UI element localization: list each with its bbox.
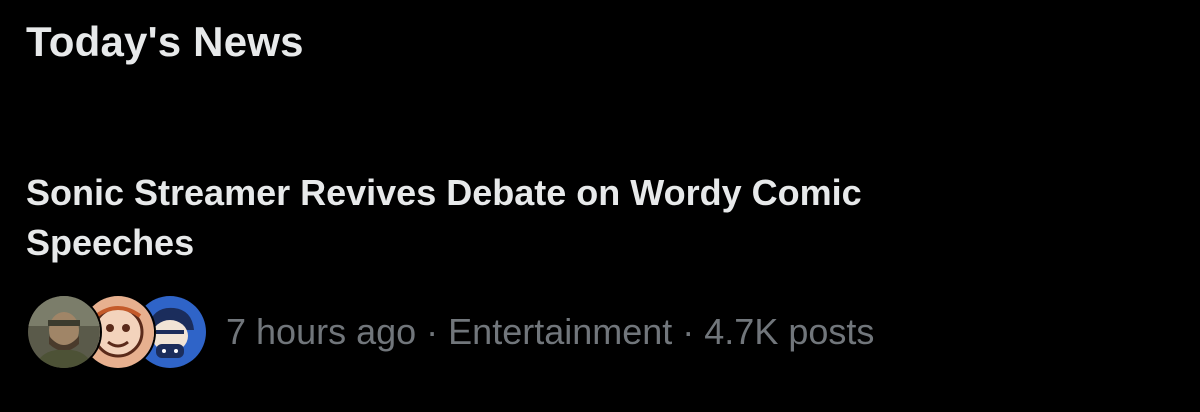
story-meta-row: 7 hours ago · Entertainment · 4.7K posts	[26, 294, 874, 370]
soldier-portrait-avatar	[26, 294, 102, 370]
separator-dot: ·	[426, 311, 439, 352]
news-story-card[interactable]: Sonic Streamer Revives Debate on Wordy C…	[26, 168, 1176, 378]
avatar-stack	[26, 294, 208, 370]
post-count: 4.7K posts	[704, 311, 875, 352]
story-meta-text: 7 hours ago · Entertainment · 4.7K posts	[226, 311, 874, 353]
section-title: Today's News	[26, 18, 304, 65]
time-ago: 7 hours ago	[226, 311, 417, 352]
category-label[interactable]: Entertainment	[448, 311, 672, 353]
separator-dot: ·	[682, 311, 695, 352]
story-headline[interactable]: Sonic Streamer Revives Debate on Wordy C…	[26, 168, 906, 268]
